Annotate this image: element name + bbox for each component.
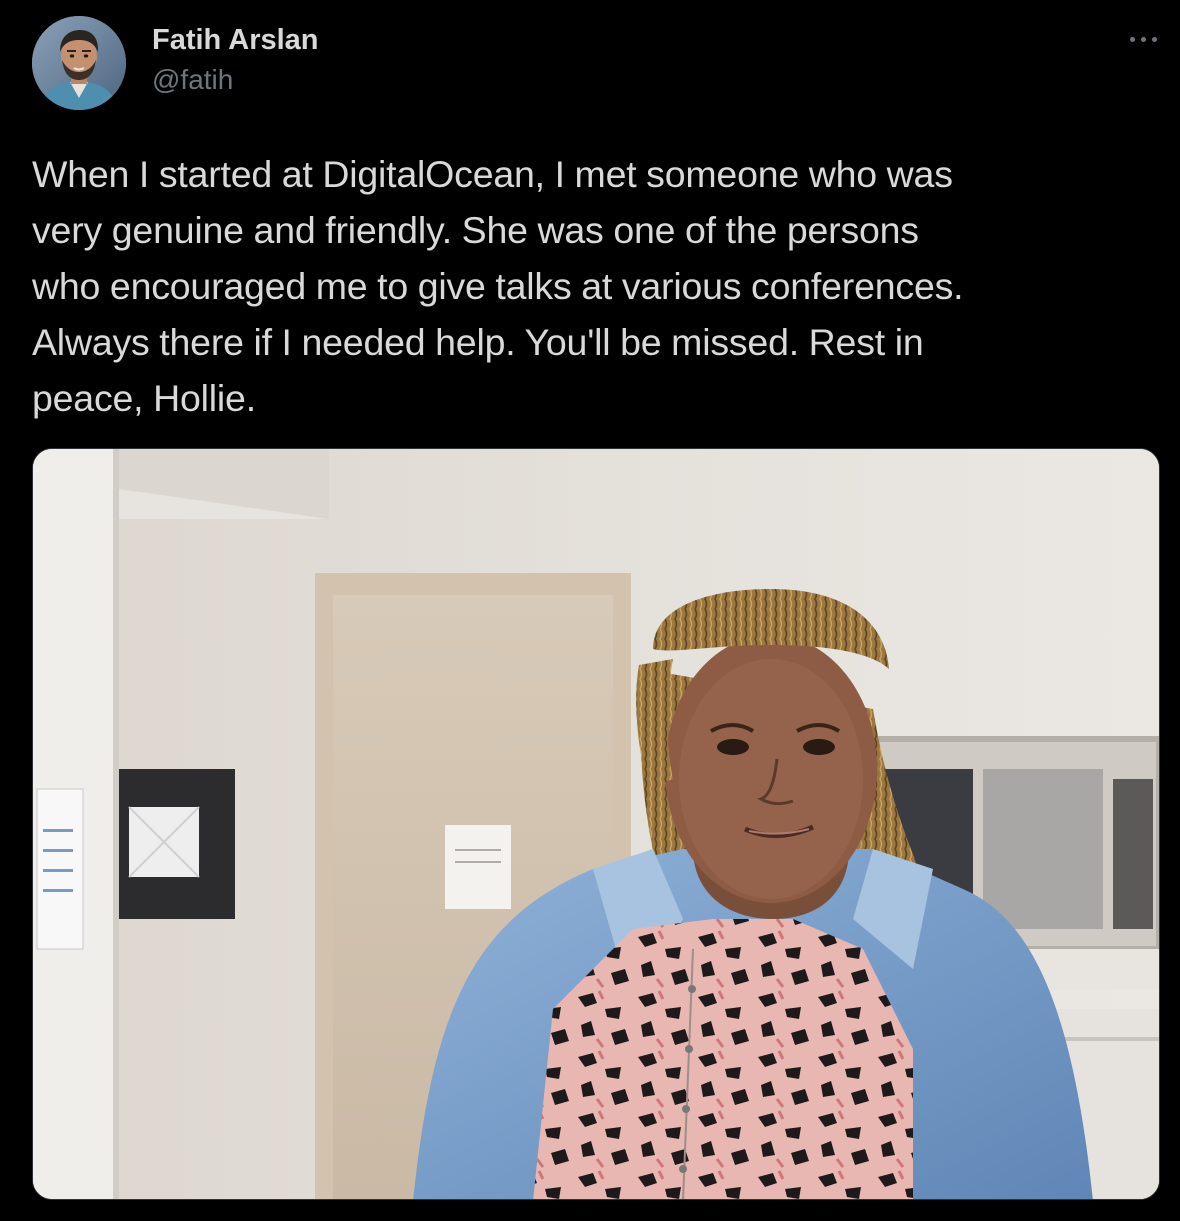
- tweet-text-line: who encouraged me to give talks at vario…: [32, 265, 964, 307]
- tweet-text-line: When I started at DigitalOcean, I met so…: [32, 153, 953, 195]
- author-name[interactable]: Fatih Arslan: [152, 24, 319, 57]
- tweet-text: When I started at DigitalOcean, I met so…: [32, 146, 1162, 426]
- tweet-text-line: peace, Hollie.: [32, 377, 256, 419]
- more-options-icon[interactable]: [1124, 20, 1164, 60]
- tweet-card: Fatih Arslan @fatih When I started at Di…: [0, 0, 1180, 1221]
- author-handle[interactable]: @fatih: [152, 64, 233, 96]
- photo-image: [33, 449, 1159, 1199]
- author-avatar[interactable]: [32, 16, 126, 110]
- tweet-photo[interactable]: [32, 448, 1160, 1200]
- tweet-text-line: Always there if I needed help. You'll be…: [32, 321, 924, 363]
- tweet-text-line: very genuine and friendly. She was one o…: [32, 209, 919, 251]
- avatar-photo-icon: [32, 16, 126, 110]
